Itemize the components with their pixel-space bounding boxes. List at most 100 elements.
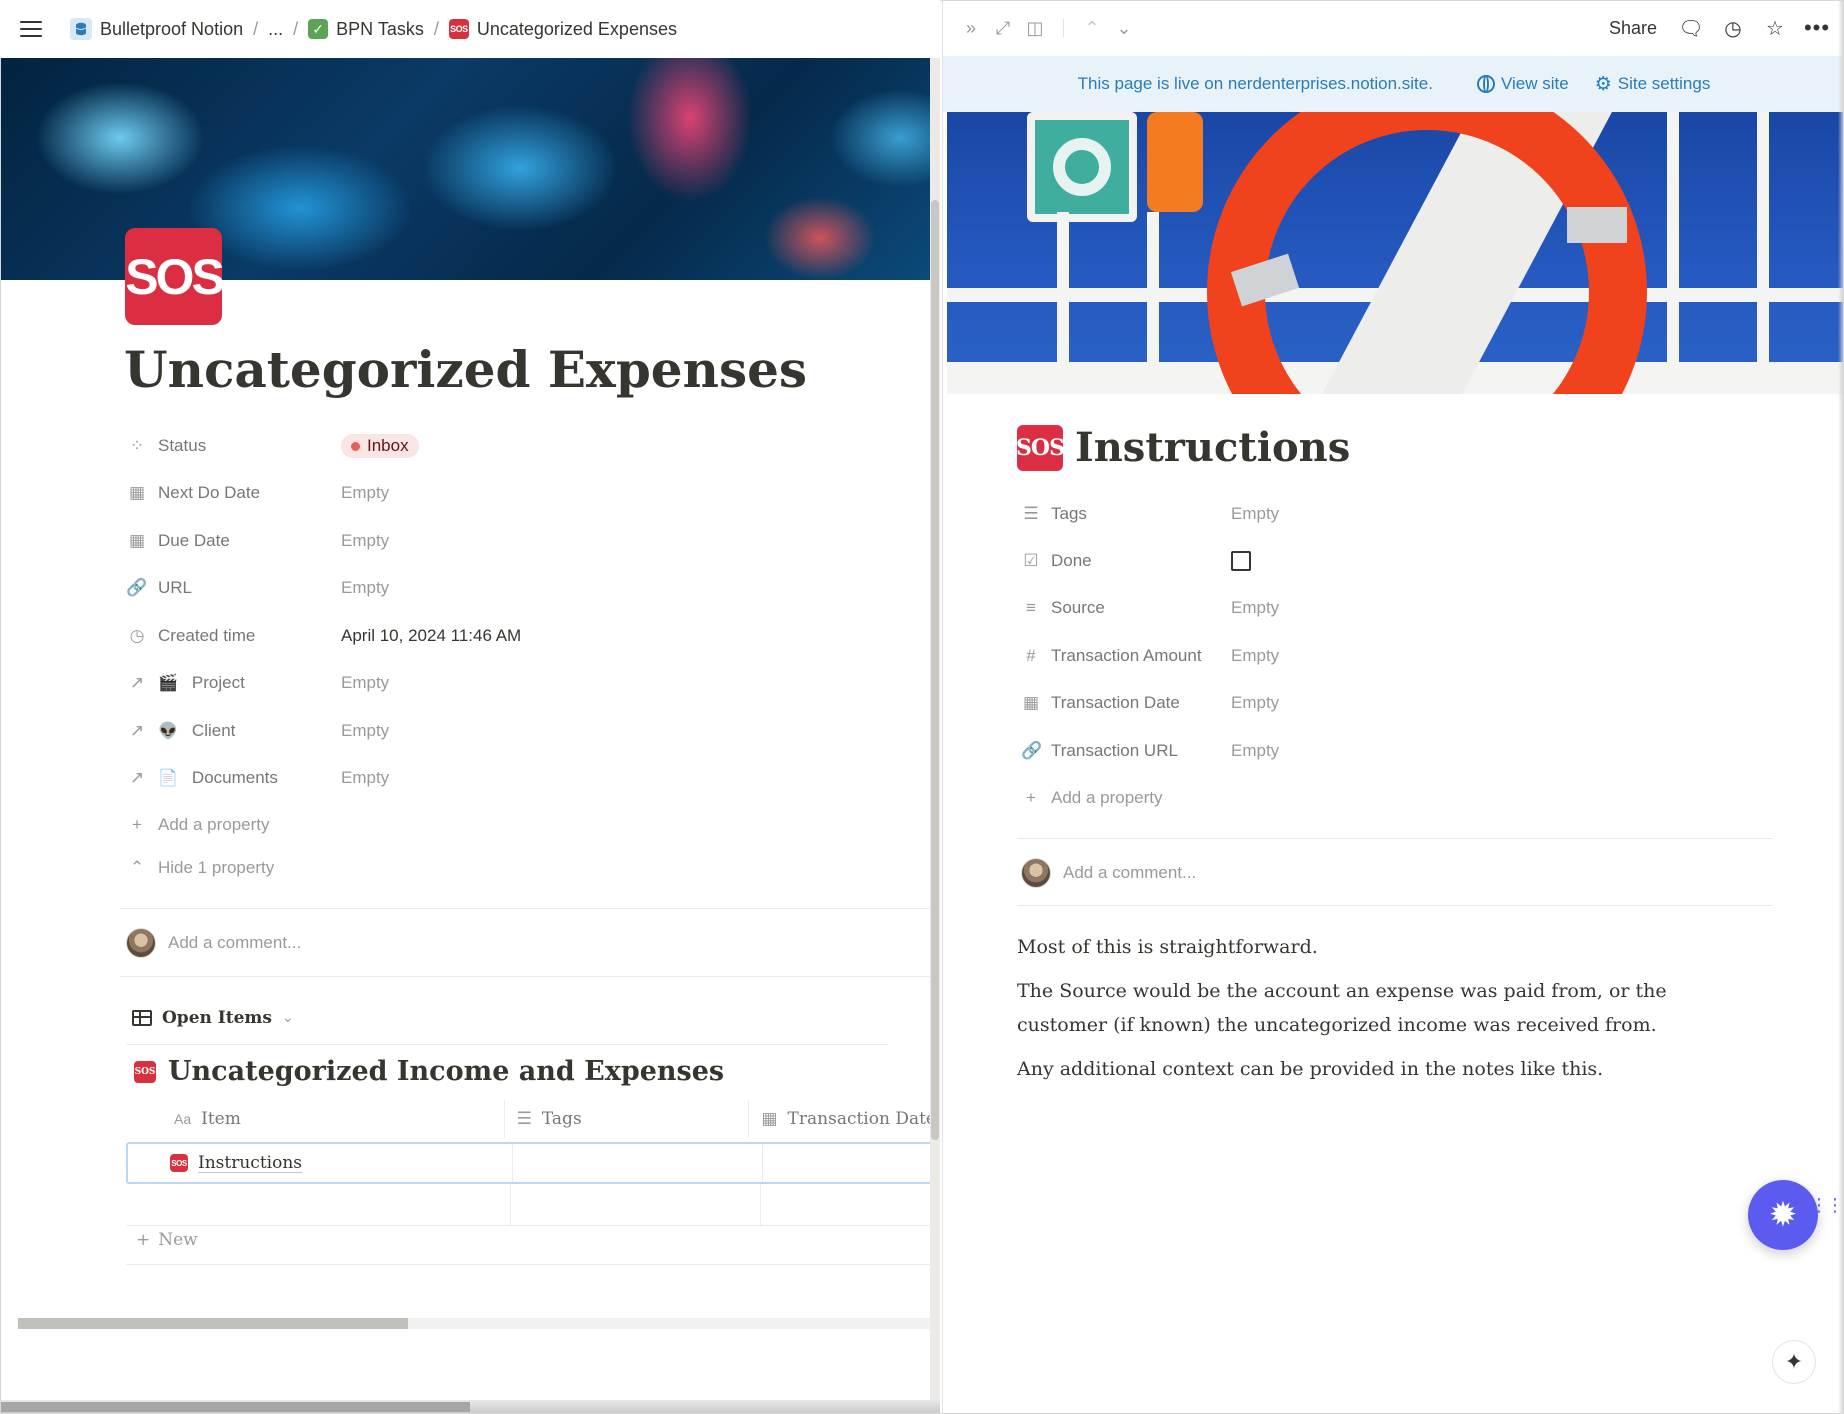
property-value[interactable]: Empty (341, 531, 389, 551)
view-site-link[interactable]: View site (1476, 74, 1569, 94)
more-options-icon[interactable]: ••• (1803, 14, 1831, 42)
column-header-label: Tags (541, 1109, 582, 1129)
property-label[interactable]: ▦ Transaction Date (1021, 693, 1231, 713)
comment-icon[interactable]: 🗨 (1677, 14, 1705, 42)
site-settings-link[interactable]: ⚙ Site settings (1595, 73, 1711, 96)
site-settings-label: Site settings (1617, 74, 1711, 93)
sidebar-menu-icon[interactable] (18, 18, 44, 40)
expand-icon[interactable]: ⤢ (989, 14, 1017, 42)
property-value[interactable]: Empty (341, 483, 389, 503)
add-property-label[interactable]: + Add a property (126, 815, 269, 835)
column-header-item[interactable]: Aa Item (126, 1100, 504, 1138)
property-due-date[interactable]: ▦ Due Date Empty (126, 521, 826, 561)
row-title[interactable]: Instructions (198, 1153, 302, 1173)
table-cell-date[interactable] (763, 1144, 930, 1182)
vertical-scrollbar-thumb[interactable] (931, 200, 939, 1140)
property-value[interactable]: Empty (1231, 741, 1279, 761)
property-done[interactable]: ☑ Done (1021, 541, 1721, 581)
chevron-up-icon[interactable]: ⌃ (1078, 14, 1106, 42)
history-clock-icon[interactable]: ◷ (1719, 14, 1747, 42)
table-cell-item[interactable] (126, 1184, 511, 1225)
property-client[interactable]: ↗ 👽 Client Empty (126, 711, 826, 751)
table-cell-tags[interactable] (511, 1184, 761, 1225)
property-label[interactable]: ↗ 🎬 Project (126, 673, 341, 693)
property-transaction-url[interactable]: 🔗 Transaction URL Empty (1021, 731, 1721, 771)
column-header-transaction-date[interactable]: ▦ Transaction Date (748, 1100, 930, 1138)
column-header-tags[interactable]: ☰ Tags (503, 1100, 749, 1138)
property-label[interactable]: ≡ Source (1021, 598, 1231, 618)
add-property-button[interactable]: + Add a property (1021, 778, 1721, 818)
property-value[interactable]: Empty (1231, 646, 1279, 666)
property-created-time[interactable]: ◷ Created time April 10, 2024 11:46 AM (126, 616, 826, 656)
new-row-button[interactable]: + New (136, 1230, 198, 1250)
share-button[interactable]: Share (1603, 16, 1663, 41)
paragraph[interactable]: The Source would be the account an expen… (1017, 974, 1757, 1042)
property-project[interactable]: ↗ 🎬 Project Empty (126, 663, 826, 703)
property-label[interactable]: ▦ Due Date (126, 531, 341, 551)
page-icon[interactable]: SOS (125, 228, 225, 325)
property-value[interactable]: Empty (1231, 598, 1279, 618)
chevron-down-icon[interactable]: ⌄ (1110, 14, 1138, 42)
property-url[interactable]: 🔗 URL Empty (126, 568, 826, 608)
peek-page-title[interactable]: SOS Instructions (1016, 424, 1350, 471)
paragraph[interactable]: Any additional context can be provided i… (1017, 1052, 1757, 1086)
property-next-do-date[interactable]: ▦ Next Do Date Empty (126, 473, 826, 513)
assistant-fab-button[interactable]: ✹ (1748, 1180, 1818, 1250)
table-cell-item[interactable]: SOS Instructions (128, 1144, 513, 1182)
table-row[interactable]: SOS Instructions (126, 1142, 930, 1184)
property-value[interactable]: Empty (1231, 693, 1279, 713)
done-checkbox[interactable] (1231, 551, 1251, 571)
database-title[interactable]: SOS Uncategorized Income and Expenses (134, 1056, 724, 1087)
breadcrumb-tasks[interactable]: ✓ BPN Tasks (302, 15, 430, 44)
property-label[interactable]: ◷ Created time (126, 626, 341, 646)
view-selector[interactable]: Open Items ⌄ (132, 1008, 294, 1028)
horizontal-scrollbar-thumb[interactable] (18, 1318, 408, 1329)
property-label[interactable]: ☑ Done (1021, 551, 1231, 571)
side-peek-icon[interactable]: ◫ (1021, 14, 1049, 42)
add-property-button[interactable]: + Add a property (126, 805, 826, 845)
property-value[interactable]: Empty (1231, 504, 1279, 524)
star-icon[interactable]: ☆ (1761, 14, 1789, 42)
comment-input[interactable]: Add a comment... (126, 928, 301, 958)
add-property-label[interactable]: + Add a property (1021, 788, 1231, 808)
property-source[interactable]: ≡ Source Empty (1021, 588, 1721, 628)
peek-cover-image[interactable] (947, 112, 1844, 394)
page-icon[interactable]: SOS (1016, 424, 1065, 471)
table-icon (132, 1010, 152, 1026)
property-label[interactable]: 🔗 URL (126, 578, 341, 598)
sparkle-icon[interactable]: ✦ (1772, 1340, 1816, 1384)
status-badge[interactable]: Inbox (341, 434, 419, 458)
property-value[interactable]: Empty (341, 768, 389, 788)
breadcrumb-ellipsis[interactable]: ... (262, 15, 289, 44)
breadcrumb-workspace[interactable]: Bulletproof Notion (64, 14, 249, 44)
property-value[interactable]: Empty (341, 673, 389, 693)
paragraph[interactable]: Most of this is straightforward. (1017, 930, 1757, 964)
rescue-light (1147, 112, 1203, 212)
property-label[interactable]: ↗ 👽 Client (126, 721, 341, 741)
bottom-scrollbar-thumb[interactable] (0, 1402, 470, 1412)
property-label[interactable]: ☰ Tags (1021, 504, 1231, 524)
property-status[interactable]: ⁘ Status Inbox (126, 426, 826, 466)
checkmark-icon: ✓ (308, 19, 329, 39)
property-label[interactable]: ⁘ Status (126, 436, 341, 456)
hide-property-label[interactable]: ⌃ Hide 1 property (126, 858, 274, 878)
close-peek-icon[interactable]: » (957, 14, 985, 42)
table-row-empty[interactable] (126, 1184, 930, 1226)
property-label[interactable]: # Transaction Amount (1021, 646, 1231, 666)
property-value[interactable]: Empty (341, 578, 389, 598)
property-transaction-date[interactable]: ▦ Transaction Date Empty (1021, 683, 1721, 723)
view-name: Open Items (162, 1008, 272, 1028)
table-cell-date[interactable] (761, 1184, 930, 1225)
property-tags[interactable]: ☰ Tags Empty (1021, 494, 1721, 534)
comment-input[interactable]: Add a comment... (1021, 858, 1196, 888)
property-documents[interactable]: ↗ 📄 Documents Empty (126, 758, 826, 798)
hide-property-button[interactable]: ⌃ Hide 1 property (126, 848, 826, 888)
property-label[interactable]: 🔗 Transaction URL (1021, 741, 1231, 761)
property-transaction-amount[interactable]: # Transaction Amount Empty (1021, 636, 1721, 676)
property-value[interactable]: Empty (341, 721, 389, 741)
page-title[interactable]: Uncategorized Expenses (124, 340, 807, 399)
table-cell-tags[interactable] (513, 1144, 763, 1182)
breadcrumb-current-page[interactable]: SOS Uncategorized Expenses (443, 15, 683, 44)
property-label[interactable]: ▦ Next Do Date (126, 483, 341, 503)
property-label[interactable]: ↗ 📄 Documents (126, 768, 341, 788)
